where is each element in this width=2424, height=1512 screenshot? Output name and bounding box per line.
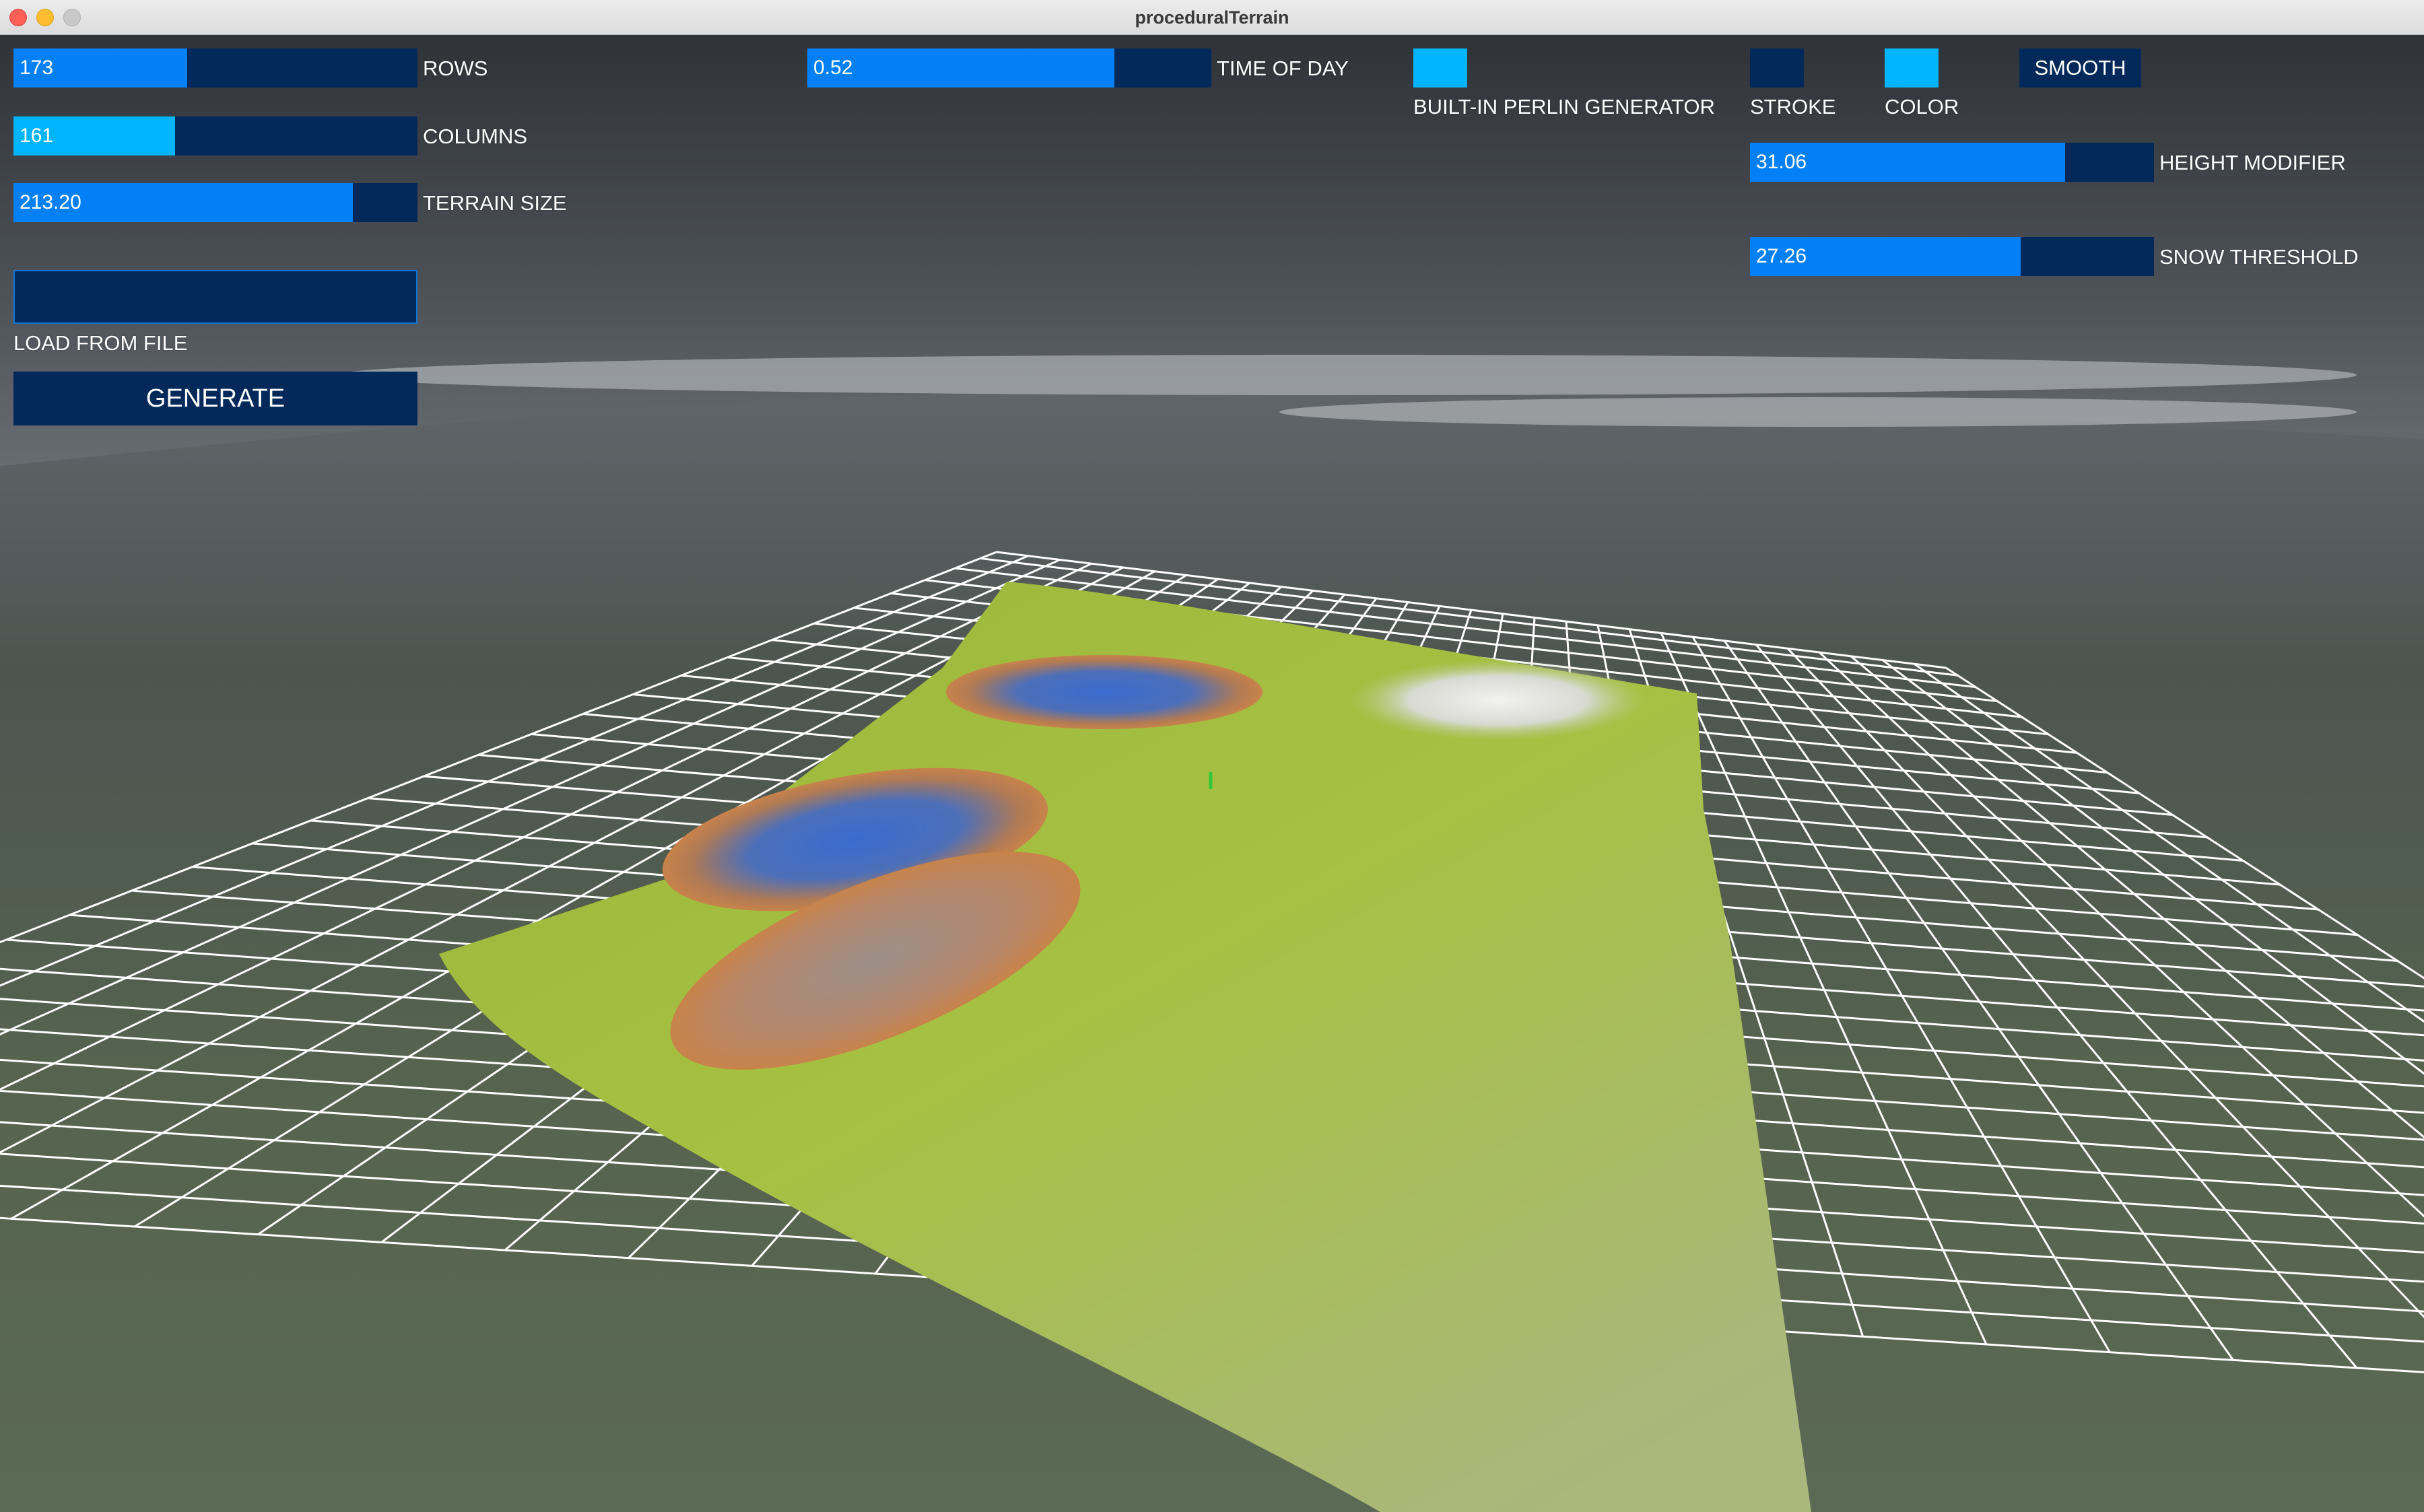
window-title: proceduralTerrain [1135,7,1289,28]
color-toggle[interactable] [1885,48,1939,88]
rows-label: ROWS [423,57,488,80]
time-of-day-slider-fill [807,48,1114,88]
load-from-file-label: LOAD FROM FILE [13,331,188,355]
cloud-band [337,355,2357,395]
rows-slider[interactable]: 173 [13,48,417,88]
color-label: COLOR [1885,95,1959,118]
time-of-day-slider[interactable]: 0.52 [807,48,1211,88]
columns-value: 161 [20,125,54,147]
snow-threshold-slider[interactable]: 27.26 [1750,237,2154,276]
snow-cap [1350,660,1646,741]
load-from-file-input[interactable] [13,270,417,324]
time-of-day-label: TIME OF DAY [1217,57,1349,80]
height-modifier-label: HEIGHT MODIFIER [2159,151,2346,174]
columns-label: COLUMNS [423,125,528,148]
window-titlebar: proceduralTerrain [0,0,2424,35]
terrain-size-value: 213.20 [20,191,81,213]
perlin-generator-toggle[interactable] [1413,48,1467,88]
rows-value: 173 [20,57,54,79]
perlin-generator-label: BUILT-IN PERLIN GENERATOR [1413,95,1715,118]
height-modifier-value: 31.06 [1756,151,1807,173]
terrain-size-slider[interactable]: 213.20 [13,183,417,222]
snow-threshold-label: SNOW THRESHOLD [2159,245,2359,269]
columns-slider[interactable]: 161 [13,116,417,156]
generate-button[interactable]: GENERATE [13,372,417,425]
terrain-size-label: TERRAIN SIZE [423,191,567,215]
lake-upper [946,655,1262,729]
cloud-band-right [1279,397,2357,427]
stroke-label: STROKE [1750,95,1836,118]
smooth-button[interactable]: SMOOTH [2019,48,2141,88]
snow-threshold-value: 27.26 [1756,245,1807,267]
stroke-toggle[interactable] [1750,48,1804,88]
height-modifier-slider[interactable]: 31.06 [1750,143,2154,182]
time-of-day-value: 0.52 [813,57,853,79]
